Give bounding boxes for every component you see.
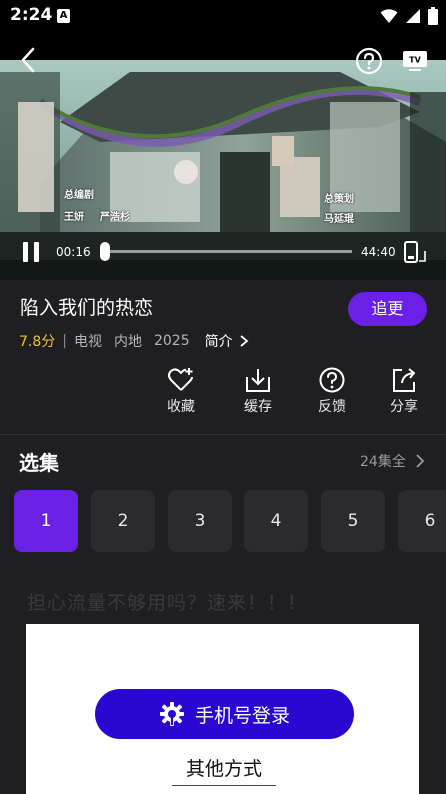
show-meta: 7.8分 | 电视 内地 2025 简介 — [19, 331, 251, 351]
heart-plus-icon — [168, 368, 193, 391]
all-episodes-label: 24集全 — [360, 454, 406, 470]
status-bar: 2:24 A — [0, 0, 446, 32]
action-row: 收藏 缓存 反馈 分享 — [0, 367, 446, 423]
promo-text: 担心流量不够用吗？速来！！！ — [27, 592, 308, 614]
credit-text: 总策划 — [324, 194, 354, 205]
share-icon — [393, 368, 415, 392]
current-time: 00:16 — [56, 245, 91, 259]
episode-item[interactable]: 2 — [91, 490, 155, 552]
cast-button[interactable]: TV — [400, 46, 430, 76]
svg-text:TV: TV — [409, 56, 421, 65]
favorite-label: 收藏 — [167, 399, 195, 415]
total-time: 44:40 — [361, 245, 396, 259]
show-title: 陷入我们的热恋 — [20, 297, 154, 319]
meta-separator: | — [62, 333, 67, 349]
chevron-right-icon — [416, 454, 425, 468]
download-label: 缓存 — [244, 399, 272, 415]
pause-button[interactable] — [19, 240, 43, 264]
episode-item[interactable]: 3 — [168, 490, 232, 552]
episodes-title: 选集 — [19, 451, 59, 475]
phone-login-label: 手机号登录 — [194, 704, 290, 727]
help-icon — [355, 47, 383, 75]
intro-label: 简介 — [204, 334, 233, 350]
episode-item[interactable]: 1 — [14, 490, 78, 552]
section-divider — [0, 434, 446, 435]
player-controls: 00:16 44:40 — [0, 236, 446, 268]
phone-login-button[interactable]: 手机号登录 — [95, 689, 354, 739]
question-icon — [319, 367, 345, 393]
credit-text: 王妍 — [64, 212, 84, 223]
chevron-right-icon — [240, 335, 249, 347]
tag-region: 内地 — [113, 334, 142, 350]
rating-score: 7.8分 — [19, 334, 56, 350]
status-icons — [380, 7, 438, 25]
notification-app-icon: A — [57, 9, 70, 23]
episode-item[interactable]: 6 — [398, 490, 446, 552]
credit-text: 马延琨 — [324, 214, 354, 225]
other-login-methods[interactable]: 其他方式 — [172, 754, 276, 786]
fullscreen-icon — [404, 241, 426, 263]
pause-icon — [23, 242, 39, 262]
feedback-button[interactable]: 反馈 — [304, 367, 360, 416]
follow-button[interactable]: 追更 — [348, 292, 427, 326]
login-panel: 手机号登录 其他方式 — [26, 624, 419, 794]
wifi-icon — [380, 9, 398, 23]
share-label: 分享 — [390, 399, 418, 415]
favorite-button[interactable]: 收藏 — [153, 367, 209, 416]
tag-year: 2025 — [153, 333, 190, 349]
download-icon — [246, 369, 270, 392]
download-button[interactable]: 缓存 — [230, 367, 286, 416]
progress-bar[interactable] — [100, 242, 352, 261]
gear-icon — [159, 702, 184, 726]
tv-icon: TV — [403, 51, 427, 71]
signal-icon — [406, 9, 420, 23]
back-icon — [21, 47, 35, 73]
share-button[interactable]: 分享 — [376, 367, 432, 416]
intro-link[interactable]: 简介 — [205, 331, 251, 351]
credit-text: 严浩杉 — [100, 212, 130, 223]
episode-item[interactable]: 5 — [321, 490, 385, 552]
back-button[interactable] — [14, 46, 42, 74]
tag-category: 电视 — [73, 334, 102, 350]
episode-item[interactable]: 4 — [244, 490, 308, 552]
fullscreen-button[interactable] — [403, 241, 427, 263]
episode-list: 1 2 3 4 5 6 — [14, 490, 446, 552]
feedback-label: 反馈 — [318, 399, 346, 415]
status-time: 2:24 — [10, 5, 53, 25]
credit-text: 总编剧 — [64, 190, 94, 201]
all-episodes-link[interactable]: 24集全 — [360, 451, 426, 471]
progress-thumb[interactable] — [100, 242, 110, 261]
battery-icon — [428, 7, 438, 25]
help-button[interactable] — [354, 46, 384, 76]
